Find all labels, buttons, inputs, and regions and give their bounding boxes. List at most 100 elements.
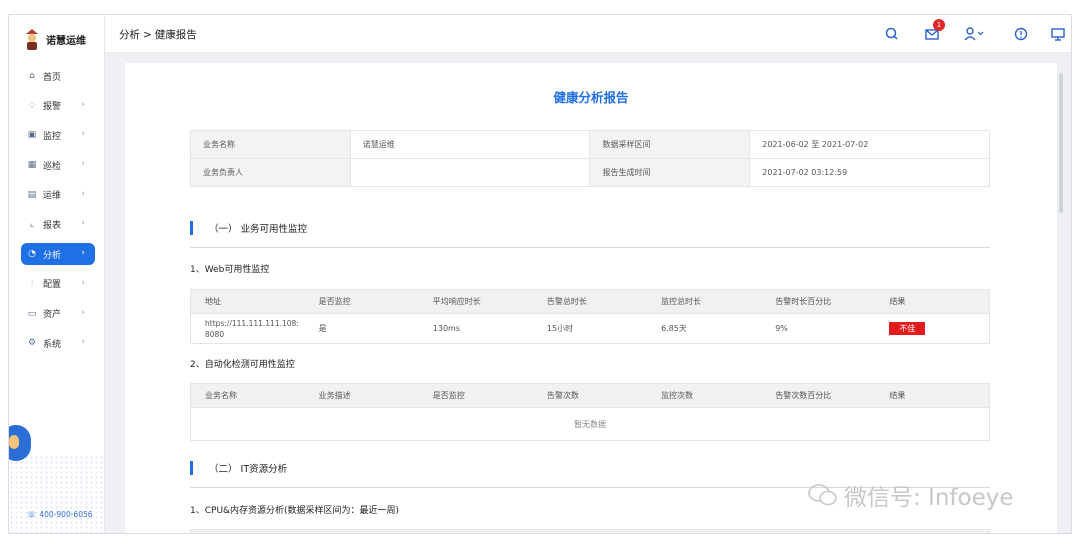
chevron-right-icon: › <box>81 218 85 229</box>
report-title: 健康分析报告 <box>553 90 629 105</box>
sidebar-item-2[interactable]: ▣ 监控 › <box>21 124 95 146</box>
web-monitor-table: 地址 是否监控 平均响应时长 告警总时长 监控总时长 告警时长百分比 结果 https://… <box>190 289 990 344</box>
analysis-icon: ◔ <box>28 249 36 260</box>
sidebar-item-label: 巡检 <box>43 161 62 172</box>
range-value: 2021-06-02 至 2021-07-02 <box>749 130 990 159</box>
alarm-duration-cell: 15小时 <box>546 324 574 333</box>
bell-icon: ♢ <box>27 100 37 111</box>
auto-monitor-table: 业务名称 业务描述 是否监控 告警次数 监控次数 告警次数百分比 结果 暂无数据 <box>190 383 990 441</box>
section-title: （二） IT资源分析 <box>209 464 288 475</box>
inspect-icon: ▦ <box>27 160 37 171</box>
chart-icon: ⌞ <box>29 219 35 230</box>
column-header: 结果 <box>875 383 990 408</box>
section-marker <box>190 221 193 235</box>
column-header: CPU周平均峰值 <box>490 529 590 533</box>
support-phone: ☏ 400-900-6056 <box>27 510 93 519</box>
auto-monitor-title: 2、自动化检测可用性监控 <box>190 360 295 370</box>
column-header: 业务描述 <box>304 383 419 408</box>
screen-icon[interactable] <box>1049 25 1067 43</box>
app-logo[interactable]: 诺慧运维 <box>23 25 86 53</box>
table-row: https://111.111.111.108: 8080 是 130ms 15… <box>191 314 990 344</box>
chevron-right-icon: › <box>81 159 85 170</box>
logo-icon <box>26 29 38 50</box>
section-it-resources: （二） IT资源分析 <box>190 461 287 475</box>
sidebar-item-label: 报表 <box>43 220 62 231</box>
asset-icon: ▭ <box>27 308 37 319</box>
app-window: 诺慧运维 ⌂ 首页 ♢ 报警 › ▣ 监控 › ▦ 巡检 › ▤ 运维 › ⌞ 报表 › ◔ 分析 › ⫶ 配置 › ▭ 资产 ›… <box>8 14 1072 534</box>
sidebar-nav: ⌂ 首页 ♢ 报警 › ▣ 监控 › ▦ 巡检 › ▤ 运维 › ⌞ 报表 › ◔ 分析 › ⫶ 配置 › ▭ 资产 › ⚙ 系统 › <box>21 65 95 362</box>
column-header: 告警时长百分比 <box>761 289 876 314</box>
sidebar-item-label: 系统 <box>43 339 62 350</box>
sidebar-item-3[interactable]: ▦ 巡检 › <box>21 154 95 176</box>
sidebar-item-label: 运维 <box>43 191 62 202</box>
search-icon[interactable] <box>883 25 901 43</box>
column-header: 内存周平均峰值 <box>789 529 890 533</box>
monitor-icon: ▣ <box>27 130 37 141</box>
sidebar-item-label: 监控 <box>43 131 62 142</box>
sidebar-item-8[interactable]: ▭ 资产 › <box>21 303 95 325</box>
mail-button[interactable]: 1 <box>923 19 945 43</box>
column-header: 服务器类型 <box>290 529 391 533</box>
sidebar-item-label: 配置 <box>43 280 62 291</box>
sidebar-item-6[interactable]: ◔ 分析 › <box>21 243 95 266</box>
phone-icon: ☏ <box>27 510 37 519</box>
sidebar-item-label: 报警 <box>43 102 62 113</box>
column-header: CPU资源分析 <box>589 529 690 533</box>
range-label: 数据采样区间 <box>589 130 751 159</box>
address-port: 8080 <box>205 329 225 339</box>
avg-response-cell: 130ms <box>432 324 461 333</box>
breadcrumb: 分析 > 健康报告 <box>119 27 197 42</box>
chevron-right-icon: › <box>81 188 85 199</box>
empty-row: 暂无数据 <box>191 408 990 441</box>
result-cell: 不佳 <box>875 314 989 344</box>
info-icon[interactable] <box>1012 25 1030 43</box>
user-menu-icon[interactable] <box>963 25 987 43</box>
section-divider <box>190 247 990 248</box>
sidebar-item-label: 资产 <box>43 310 62 320</box>
sidebar: 诺慧运维 ⌂ 首页 ♢ 报警 › ▣ 监控 › ▦ 巡检 › ▤ 运维 › ⌞ 报表 › ◔ 分析 › ⫶ 配置 › ▭ 资产 ›… <box>9 15 105 533</box>
table-header-row: IP地址服务器类型CPU数量CPU周平均峰值CPU资源分析当前内存大小内存周平均… <box>190 529 990 533</box>
section-title: （一） 业务可用性监控 <box>209 224 308 235</box>
support-phone-number: 400-900-6056 <box>39 510 93 519</box>
sidebar-item-9[interactable]: ⚙ 系统 › <box>21 332 95 354</box>
business-name-value: 诺慧运维 <box>349 130 591 159</box>
empty-text: 暂无数据 <box>574 419 606 429</box>
sidebar-item-0[interactable]: ⌂ 首页 <box>21 65 95 87</box>
sidebar-item-4[interactable]: ▤ 运维 › <box>21 184 95 206</box>
report-card: 健康分析报告 业务名称 诺慧运维 数据采样区间 2021-06-02 至 202… <box>125 63 1057 533</box>
chevron-right-icon: › <box>81 248 85 259</box>
column-header: 内存资源分析 <box>889 529 990 533</box>
column-header: CPU数量 <box>390 529 491 533</box>
breadcrumb-current: 健康报告 <box>154 29 197 41</box>
breadcrumb-parent[interactable]: 分析 <box>119 29 140 41</box>
business-name-label: 业务名称 <box>190 130 351 159</box>
column-header: 业务名称 <box>190 383 305 408</box>
watermark: 微信号: Infoeye <box>808 478 1014 512</box>
report-info-table: 业务名称 诺慧运维 数据采样区间 2021-06-02 至 2021-07-02… <box>190 130 990 187</box>
scrollbar-thumb[interactable] <box>1059 73 1063 213</box>
cpu-memory-table: IP地址服务器类型CPU数量CPU周平均峰值CPU资源分析当前内存大小内存周平均… <box>190 529 990 533</box>
chevron-right-icon: › <box>81 277 85 288</box>
chevron-right-icon: › <box>81 129 85 140</box>
address-line: https://111.111.111.108: <box>205 318 299 328</box>
system-icon: ⚙ <box>27 338 37 349</box>
sidebar-item-5[interactable]: ⌞ 报表 › <box>21 213 95 235</box>
mail-badge: 1 <box>933 19 945 31</box>
column-header: 平均响应时长 <box>418 289 533 314</box>
breadcrumb-separator: > <box>143 29 152 41</box>
monitor-duration-cell: 6.85天 <box>661 324 687 333</box>
ops-icon: ▤ <box>27 189 37 200</box>
column-header: 告警次数 <box>532 383 648 408</box>
generated-value: 2021-07-02 03:12:59 <box>749 158 990 187</box>
decorative-dots <box>9 455 105 533</box>
app-name: 诺慧运维 <box>46 35 86 47</box>
sidebar-item-1[interactable]: ♢ 报警 › <box>21 95 95 117</box>
chevron-right-icon: › <box>81 307 85 318</box>
sidebar-item-7[interactable]: ⫶ 配置 › <box>21 273 95 295</box>
wechat-icon <box>808 484 837 506</box>
cpu-memory-title: 1、CPU&内存资源分析(数据采样区间为：最近一周) <box>190 506 400 516</box>
column-header: 监控总时长 <box>647 289 762 314</box>
column-header: 是否监控 <box>418 383 533 408</box>
column-header: 当前内存大小 <box>689 529 790 533</box>
column-header: 是否监控 <box>304 289 419 314</box>
